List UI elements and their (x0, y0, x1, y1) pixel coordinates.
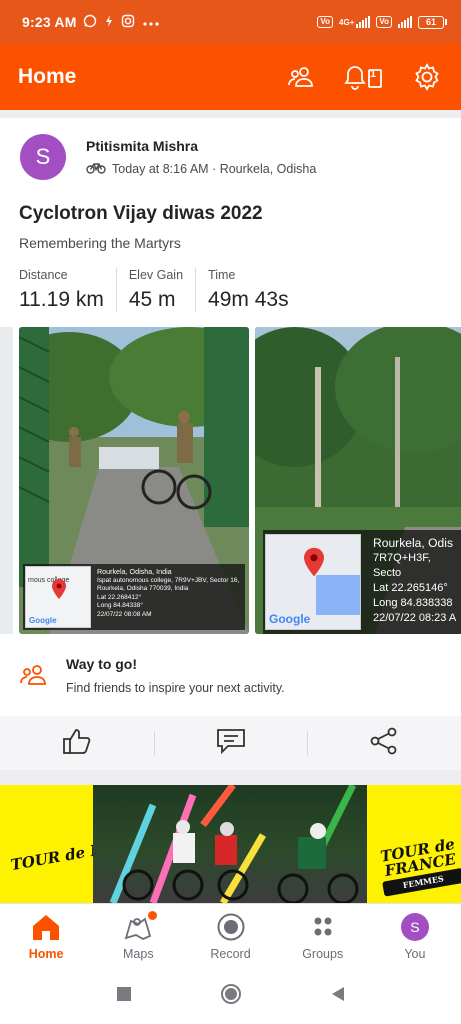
geotag-lat: Lat 22.268412° (97, 593, 142, 601)
signal-icon (356, 16, 371, 28)
activity-stats: Distance 11.19 km Elev Gain 45 m Time 49… (19, 268, 313, 312)
tab-home[interactable]: Home (0, 904, 92, 969)
way-to-go-prompt[interactable]: Way to go! Find friends to inspire your … (0, 634, 461, 716)
geotag-long: Long 84.838338 (373, 597, 453, 609)
flash-icon (104, 14, 114, 31)
comment-icon (216, 727, 246, 760)
way-to-go-text: Find friends to inspire your next activi… (66, 681, 285, 695)
status-time: 9:23 AM (22, 14, 77, 30)
geotag-long: Long 84.84338° (97, 602, 143, 609)
geotag-overlay: mous college Google Rourkela, Odisha, In… (23, 564, 245, 630)
tab-record[interactable]: Record (184, 904, 276, 969)
comment-button[interactable] (153, 716, 308, 770)
recent-apps-button[interactable] (116, 986, 132, 1007)
geotag-address: 7R7Q+H3F, Secto (373, 552, 431, 579)
stat-value: 49m 43s (208, 288, 289, 311)
volte-icon-2: Vo (376, 16, 392, 28)
like-button[interactable] (0, 716, 154, 770)
signal-icon-2 (398, 16, 412, 28)
way-to-go-heading: Way to go! (66, 656, 138, 672)
tour-de-france-femmes-logo: TOUR de FRANCE FEMMES (377, 835, 461, 897)
activity-title[interactable]: Cyclotron Vijay diwas 2022 (19, 203, 263, 225)
instagram-icon (121, 14, 135, 31)
activity-photo[interactable]: mous college Google Rourkela, Odisha, In… (19, 327, 249, 634)
stat-time: Time 49m 43s (208, 268, 301, 312)
promo-image (93, 785, 367, 903)
divider (0, 110, 461, 118)
tab-groups[interactable]: Groups (277, 904, 369, 969)
activity-time-place: Today at 8:16 AM · Rourkela, Odisha (112, 162, 317, 176)
location-pin-icon (304, 547, 324, 577)
geotag-address-2: Rourkela, Odisha 770039, India (97, 585, 189, 592)
geotag-datetime: 22/07/22 08:23 A (373, 612, 457, 624)
stat-distance: Distance 11.19 km (19, 268, 117, 312)
more-dots-icon (142, 15, 160, 30)
settings-icon[interactable] (411, 61, 443, 93)
system-navigation (0, 969, 461, 1024)
tab-you[interactable]: S You (369, 904, 461, 969)
activity-actions (0, 716, 461, 770)
network-type: 4G+ (339, 17, 355, 27)
photo-carousel[interactable]: mous college Google Rourkela, Odisha, In… (0, 327, 461, 634)
location-pin-icon (52, 579, 66, 599)
divider (0, 770, 461, 785)
battery-level: 61 (418, 15, 444, 29)
stat-elevation: Elev Gain 45 m (128, 268, 197, 312)
like-icon (62, 727, 92, 760)
page-title: Home (18, 65, 77, 88)
bottom-navigation: Home Maps Record Groups S You (0, 903, 461, 969)
google-logo: Google (29, 615, 57, 625)
activity-photo[interactable]: Google Rourkela, Odis 7R7Q+H3F, Secto La… (255, 327, 461, 634)
geotag-place: Rourkela, Odisha, India (97, 568, 172, 576)
tab-label: Home (28, 947, 64, 961)
geotag-datetime: 22/07/22 08:08 AM (97, 610, 152, 618)
home-icon (31, 912, 61, 942)
stat-value: 11.19 km (19, 288, 104, 311)
avatar[interactable]: S (20, 134, 66, 180)
bike-icon (86, 162, 106, 177)
stat-label: Time (208, 268, 236, 282)
athlete-name[interactable]: Ptitismita Mishra (86, 138, 316, 154)
maps-badge-dot (148, 911, 158, 920)
geotag-overlay: Google Rourkela, Odis 7R7Q+H3F, Secto La… (263, 530, 461, 634)
stat-label: Distance (19, 268, 68, 282)
friends-icon[interactable] (285, 61, 317, 93)
stat-value: 45 m (128, 288, 176, 311)
geotag-address: Ispat autonomous college, 7R9V+JBV, Sect… (97, 576, 240, 584)
share-icon (369, 727, 399, 760)
athlete-header[interactable]: S Ptitismita Mishra Today at 8:16 AM · R… (20, 134, 316, 180)
tab-label: Record (210, 947, 251, 961)
share-button[interactable] (307, 716, 461, 770)
geotag-lat: Lat 22.265146° (373, 582, 448, 594)
notification-count: 1 (370, 68, 377, 80)
back-button[interactable] (330, 986, 346, 1007)
stat-label: Elev Gain (128, 268, 184, 282)
tab-maps[interactable]: Maps (92, 904, 184, 969)
tab-label: You (404, 947, 426, 961)
geotag-place: Rourkela, Odis (373, 536, 453, 550)
whatsapp-icon (83, 14, 97, 31)
geotag-map-thumbnail: mous college Google (25, 566, 91, 628)
volte-icon: Vo (317, 16, 334, 28)
status-bar: 9:23 AM Vo 4G+ Vo 61 (0, 0, 461, 44)
tab-label: Maps (123, 947, 154, 961)
route-map-edge[interactable] (0, 327, 13, 634)
home-button[interactable] (220, 983, 242, 1010)
groups-icon (308, 912, 338, 942)
google-logo: Google (269, 612, 311, 626)
activity-description: Remembering the Martyrs (19, 235, 181, 251)
battery-icon: 61 (418, 15, 447, 29)
tab-label: Groups (302, 947, 344, 961)
record-icon (216, 912, 246, 942)
profile-avatar: S (400, 913, 429, 941)
geotag-map-thumbnail: Google (265, 534, 361, 630)
friends-icon (20, 664, 48, 691)
app-header: Home (0, 44, 461, 110)
notifications-icon[interactable] (341, 61, 387, 93)
promo-banner[interactable]: TOUR de FRANCE TOUR de FRANCE FEMMES (0, 785, 461, 903)
